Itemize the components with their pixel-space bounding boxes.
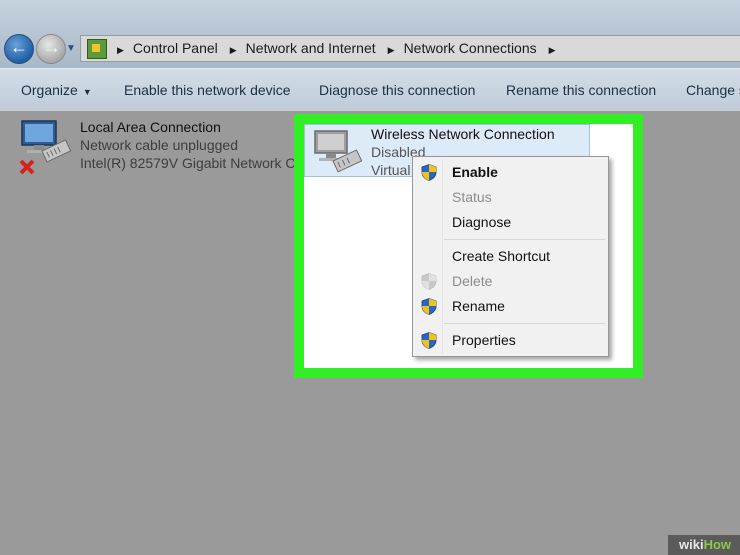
menu-item-create-shortcut[interactable]: Create Shortcut [413, 244, 608, 268]
breadcrumb-network-connections[interactable]: Network Connections [404, 40, 537, 56]
command-bar: Organize ▼ Enable this network device Dia… [0, 68, 740, 112]
menu-separator [444, 323, 605, 324]
organize-label: Organize [21, 82, 78, 98]
recent-pages-chevron-icon[interactable]: ▼ [66, 43, 76, 54]
breadcrumb-control-panel[interactable]: Control Panel [133, 40, 218, 56]
menu-label: Delete [452, 273, 493, 289]
organize-button[interactable]: Organize ▼ [21, 69, 92, 111]
wikihow-watermark: wikiHow [668, 535, 740, 555]
breadcrumb-arrow-icon[interactable]: ▶ [549, 45, 556, 55]
menu-item-diagnose[interactable]: Diagnose [413, 210, 608, 234]
connections-list: Local Area Connection Network cable unpl… [0, 111, 740, 555]
menu-separator [444, 239, 605, 240]
menu-label: Properties [452, 332, 516, 348]
menu-item-rename[interactable]: Rename [413, 294, 608, 318]
breadcrumb-arrow-icon[interactable]: ▶ [388, 45, 395, 55]
breadcrumb-arrow-icon[interactable]: ▶ [117, 45, 124, 55]
menu-label: Enable [452, 164, 498, 180]
watermark-suffix: How [703, 537, 732, 552]
menu-item-status: Status [413, 185, 608, 209]
watermark-prefix: wiki [679, 537, 704, 552]
change-settings-button[interactable]: Change s [686, 69, 740, 111]
connection-name: Local Area Connection [80, 119, 221, 135]
diagnose-connection-button[interactable]: Diagnose this connection [319, 69, 475, 111]
connection-status: Network cable unplugged [80, 137, 238, 153]
breadcrumb[interactable]: ▶ Control Panel ▶ Network and Internet ▶ Netw… [80, 35, 740, 62]
uac-shield-icon [421, 273, 437, 290]
breadcrumb-arrow-icon[interactable]: ▶ [230, 45, 237, 55]
menu-item-delete: Delete [413, 269, 608, 293]
breadcrumb-network-and-internet[interactable]: Network and Internet [246, 40, 376, 56]
connection-name: Wireless Network Connection [371, 126, 555, 142]
address-bar: ▼ ▶ Control Panel ▶ Network and Internet ▶ Ne… [0, 0, 740, 68]
connection-device: Virtual [371, 162, 411, 178]
chevron-down-icon: ▼ [82, 87, 92, 97]
enable-device-button[interactable]: Enable this network device [124, 69, 291, 111]
uac-shield-icon [421, 332, 437, 349]
menu-label: Create Shortcut [452, 248, 551, 264]
menu-label: Diagnose [452, 214, 512, 230]
wireless-network-icon [314, 130, 363, 173]
menu-item-enable[interactable]: Enable [413, 160, 608, 184]
back-button[interactable] [4, 34, 34, 64]
uac-shield-icon [421, 298, 437, 315]
menu-label: Rename [452, 298, 505, 314]
wired-network-disconnected-icon [19, 120, 72, 175]
uac-shield-icon [421, 164, 437, 181]
menu-item-properties[interactable]: Properties [413, 328, 608, 352]
context-menu: Enable Status Diagnose Create Shortcut D… [412, 156, 609, 357]
connection-device: Intel(R) 82579V Gigabit Network C... [80, 155, 308, 171]
rename-connection-button[interactable]: Rename this connection [506, 69, 656, 111]
control-panel-icon [87, 39, 107, 59]
menu-label: Status [452, 189, 492, 205]
forward-button[interactable] [36, 34, 66, 64]
